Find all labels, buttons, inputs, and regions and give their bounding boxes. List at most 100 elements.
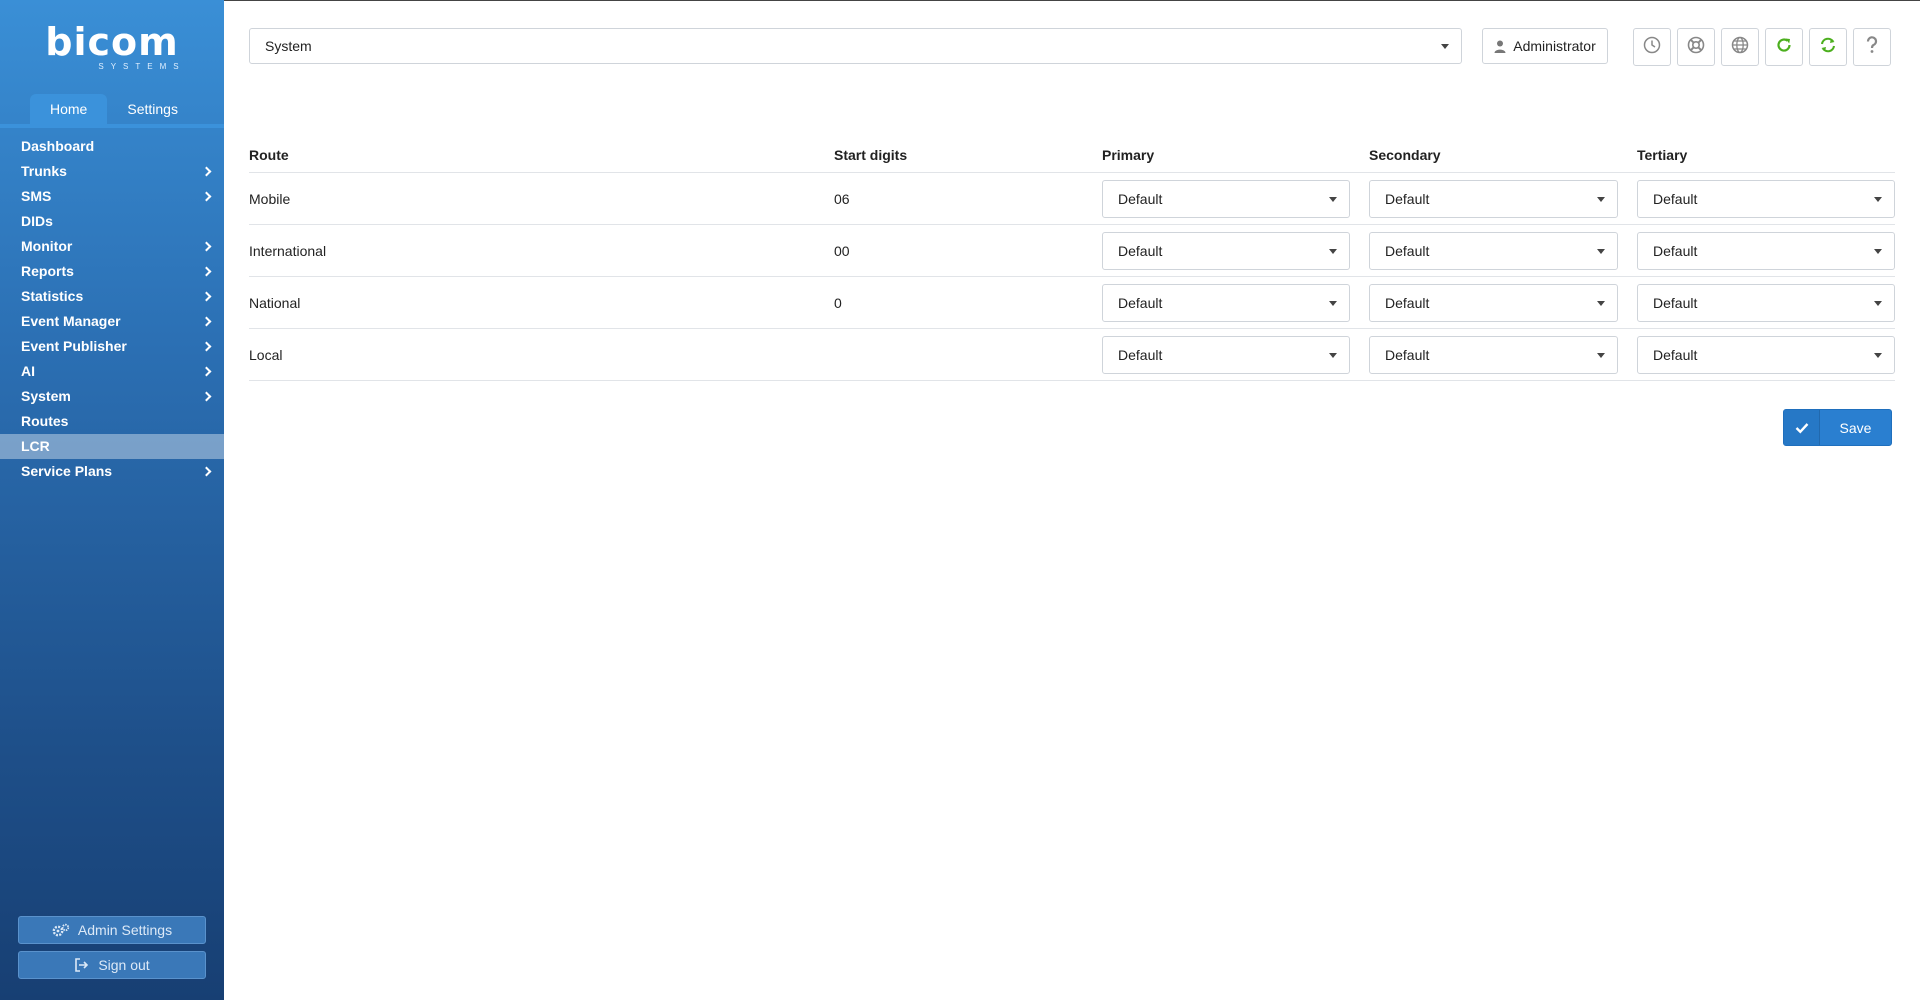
select-value: Default (1653, 191, 1698, 207)
sidebar-item-label: AI (21, 363, 35, 379)
chevron-right-icon (201, 284, 213, 309)
column-header-start-digits: Start digits (834, 147, 908, 163)
select-value: Default (1118, 347, 1163, 363)
start-digits: 00 (834, 243, 850, 259)
caret-down-icon (1329, 353, 1337, 358)
select-value: Default (1385, 243, 1430, 259)
sidebar-item-event-publisher[interactable]: Event Publisher (0, 334, 224, 359)
sidebar-item-label: DIDs (21, 213, 53, 229)
sidebar-item-reports[interactable]: Reports (0, 259, 224, 284)
column-header-tertiary: Tertiary (1637, 147, 1688, 163)
caret-down-icon (1874, 301, 1882, 306)
sidebar-item-monitor[interactable]: Monitor (0, 234, 224, 259)
caret-down-icon (1597, 301, 1605, 306)
caret-down-icon (1874, 249, 1882, 254)
secondary-select[interactable]: Default (1369, 232, 1618, 270)
caret-down-icon (1441, 44, 1449, 49)
save-button[interactable]: Save (1783, 409, 1892, 446)
column-header-primary: Primary (1102, 147, 1155, 163)
start-digits: 0 (834, 295, 842, 311)
sidebar-item-event-manager[interactable]: Event Manager (0, 309, 224, 334)
sidebar-item-label: Reports (21, 263, 74, 279)
caret-down-icon (1329, 301, 1337, 306)
select-value: Default (1653, 243, 1698, 259)
select-value: Default (1385, 347, 1430, 363)
sidebar-item-dids[interactable]: DIDs (0, 209, 224, 234)
language-button[interactable] (1721, 28, 1759, 66)
sidebar-item-routes[interactable]: Routes (0, 409, 224, 434)
chevron-right-icon (201, 159, 213, 184)
sign-out-icon (74, 958, 90, 972)
caret-down-icon (1874, 197, 1882, 202)
chevron-right-icon (201, 184, 213, 209)
tertiary-select[interactable]: Default (1637, 180, 1895, 218)
route-name: Mobile (249, 191, 291, 207)
user-name: Administrator (1513, 38, 1596, 54)
support-button[interactable] (1677, 28, 1715, 66)
sidebar-item-ai[interactable]: AI (0, 359, 224, 384)
select-value: Default (1385, 295, 1430, 311)
sign-out-label: Sign out (98, 957, 150, 973)
select-value: Default (1385, 191, 1430, 207)
tab-underline (0, 124, 224, 128)
sidebar-item-trunks[interactable]: Trunks (0, 159, 224, 184)
sidebar-item-statistics[interactable]: Statistics (0, 284, 224, 309)
caret-down-icon (1597, 249, 1605, 254)
user-menu-button[interactable]: Administrator (1482, 28, 1608, 64)
sidebar-item-lcr[interactable]: LCR (0, 434, 224, 459)
tertiary-select[interactable]: Default (1637, 336, 1895, 374)
bicom-logo: bicom SYSTEMS (0, 22, 224, 71)
sidebar: bicom SYSTEMS Home Settings Dashboard Tr… (0, 0, 224, 1000)
chevron-right-icon (201, 459, 213, 484)
logo-subtext: SYSTEMS (98, 62, 186, 71)
route-name: Local (249, 347, 283, 363)
primary-select[interactable]: Default (1102, 336, 1350, 374)
chevron-right-icon (201, 234, 213, 259)
reload-button[interactable] (1765, 28, 1803, 66)
user-icon (1494, 40, 1506, 53)
sidebar-item-label: Trunks (21, 163, 67, 179)
route-name: International (249, 243, 327, 259)
globe-icon (1731, 36, 1749, 59)
chevron-right-icon (201, 259, 213, 284)
secondary-select[interactable]: Default (1369, 284, 1618, 322)
nav-tabs: Home Settings (30, 94, 198, 124)
sidebar-item-dashboard[interactable]: Dashboard (0, 134, 224, 159)
tenant-select[interactable]: System (249, 28, 1462, 64)
sign-out-button[interactable]: Sign out (18, 951, 206, 979)
secondary-select[interactable]: Default (1369, 180, 1618, 218)
lifebuoy-icon (1687, 36, 1705, 59)
tertiary-select[interactable]: Default (1637, 232, 1895, 270)
secondary-select[interactable]: Default (1369, 336, 1618, 374)
column-header-route: Route (249, 147, 289, 163)
caret-down-icon (1329, 197, 1337, 202)
caret-down-icon (1329, 249, 1337, 254)
primary-select[interactable]: Default (1102, 180, 1350, 218)
sidebar-item-label: Service Plans (21, 463, 113, 479)
logo-text: bicom (45, 20, 179, 64)
select-value: Default (1118, 243, 1163, 259)
tab-home[interactable]: Home (30, 94, 108, 124)
route-name: National (249, 295, 301, 311)
sidebar-item-sms[interactable]: SMS (0, 184, 224, 209)
primary-select[interactable]: Default (1102, 232, 1350, 270)
sidebar-item-label: LCR (21, 438, 50, 454)
sidebar-item-service-plans[interactable]: Service Plans (0, 459, 224, 484)
tab-settings[interactable]: Settings (107, 94, 198, 124)
help-button[interactable] (1853, 28, 1891, 66)
admin-settings-button[interactable]: Admin Settings (18, 916, 206, 944)
primary-select[interactable]: Default (1102, 284, 1350, 322)
history-button[interactable] (1633, 28, 1671, 66)
sidebar-item-system[interactable]: System (0, 384, 224, 409)
sync-icon (1819, 36, 1837, 59)
tertiary-select[interactable]: Default (1637, 284, 1895, 322)
chevron-right-icon (201, 334, 213, 359)
top-border (0, 0, 1920, 1)
sync-button[interactable] (1809, 28, 1847, 66)
chevron-right-icon (201, 309, 213, 334)
sidebar-item-label: Event Publisher (21, 338, 127, 354)
caret-down-icon (1597, 197, 1605, 202)
gears-icon (52, 923, 70, 937)
reload-icon (1775, 36, 1793, 59)
start-digits: 06 (834, 191, 850, 207)
